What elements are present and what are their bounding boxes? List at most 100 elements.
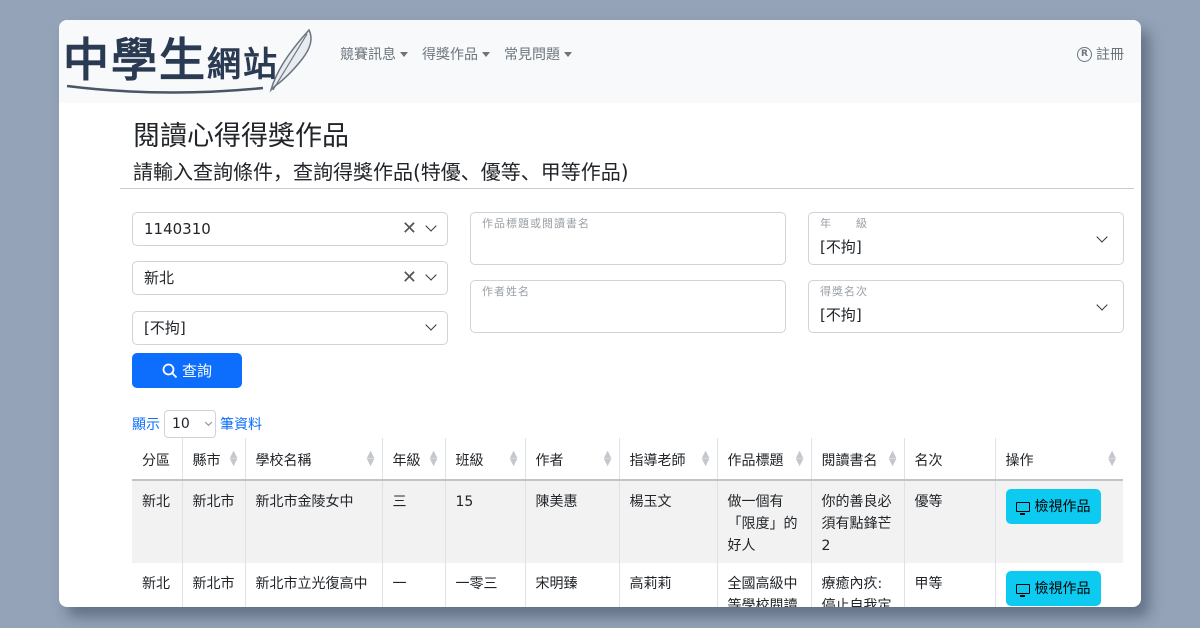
- results-table: 分區 縣市 ▲ ▼ 學校名稱 ▲ ▼ 年級 ▲ ▼ 班級 ▲ ▼ 作者 ▲ ▼ 指導老師 ▲ ▼ 作品標…: [132, 438, 1123, 607]
- site-logo[interactable]: 中學生網站: [63, 24, 317, 98]
- contest-select[interactable]: 1140310 ✕: [132, 212, 448, 246]
- view-work-button[interactable]: 檢視作品: [1005, 489, 1101, 524]
- th-book[interactable]: 閱讀書名 ▲ ▼: [810, 438, 904, 481]
- author-input[interactable]: 作者姓名: [470, 280, 786, 333]
- query-button[interactable]: 查詢: [132, 353, 242, 388]
- sort-icon: ▲ ▼: [366, 449, 375, 468]
- cell-grade: 一: [381, 563, 445, 607]
- feather-quill-icon: [66, 28, 312, 94]
- th-teacher[interactable]: 指導老師 ▲ ▼: [618, 438, 717, 481]
- divider: [120, 188, 1134, 189]
- th-action[interactable]: 操作 ▲ ▼: [994, 438, 1123, 481]
- grade-select-value: [不拘]: [820, 238, 862, 256]
- rank-select-value: [不拘]: [820, 306, 862, 324]
- rank-select-label: 得獎名次: [820, 285, 868, 298]
- grade-select[interactable]: 年 級 [不拘]: [808, 212, 1124, 265]
- th-rank[interactable]: 名次: [903, 438, 995, 481]
- th-class[interactable]: 班級 ▲ ▼: [444, 438, 525, 481]
- nav-winning-works[interactable]: 得獎作品: [422, 44, 490, 64]
- chevron-down-icon: [425, 269, 437, 281]
- grade-select-label: 年 級: [820, 217, 868, 230]
- school-select[interactable]: [不拘]: [132, 311, 448, 345]
- th-author-label: 作者: [535, 453, 564, 469]
- th-class-label: 班級: [455, 453, 484, 469]
- caret-down-icon: [400, 51, 408, 57]
- city-value: 新北: [144, 269, 175, 287]
- sort-icon: ▲ ▼: [509, 449, 518, 468]
- cell-teacher: 高莉莉: [618, 563, 717, 607]
- title-input-label: 作品標題或閱讀書名: [482, 217, 590, 230]
- th-teacher-label: 指導老師: [629, 453, 686, 469]
- caret-down-icon: [564, 51, 572, 57]
- cell-county: 新北市: [181, 480, 245, 563]
- th-grade[interactable]: 年級 ▲ ▼: [381, 438, 445, 481]
- th-author[interactable]: 作者 ▲ ▼: [524, 438, 619, 481]
- cell-grade: 三: [381, 480, 445, 563]
- view-work-label: 檢視作品: [1034, 498, 1091, 515]
- nav-contest-info[interactable]: 競賽訊息: [340, 44, 408, 64]
- cell-class: 一零三: [444, 563, 525, 607]
- table-header-row: 分區 縣市 ▲ ▼ 學校名稱 ▲ ▼ 年級 ▲ ▼ 班級 ▲ ▼ 作者 ▲ ▼ 指導老師 ▲ ▼ 作品標…: [132, 438, 1123, 481]
- chevron-down-icon: [425, 319, 437, 331]
- th-school[interactable]: 學校名稱 ▲ ▼: [244, 438, 382, 481]
- table-row: 新北 新北市 新北市金陵女中 三 15 陳美惠 楊玉文 做一個有「限度」的好人 …: [132, 480, 1123, 563]
- cell-work-title: 全國高級中等學校閱讀: [716, 563, 811, 607]
- sort-icon: ▲ ▼: [795, 449, 804, 468]
- th-county[interactable]: 縣市 ▲ ▼: [181, 438, 245, 481]
- view-work-label: 檢視作品: [1034, 580, 1091, 597]
- caret-down-icon: [482, 51, 490, 57]
- cell-author: 宋明臻: [524, 563, 619, 607]
- navbar: 中學生網站 競賽訊息 得獎作品 常見問題 R 註冊: [59, 20, 1141, 103]
- chevron-down-icon: [1096, 231, 1108, 243]
- nav-faq-label: 常見問題: [504, 47, 560, 63]
- page-subtitle: 請輸入查詢條件，查詢得獎作品(特優、優等、甲等作品): [133, 160, 629, 184]
- page-title: 閱讀心得得獎作品: [133, 121, 349, 152]
- cell-area: 新北: [132, 480, 182, 563]
- clear-icon[interactable]: ✕: [402, 213, 417, 245]
- monitor-icon: [1015, 501, 1030, 515]
- cell-author: 陳美惠: [524, 480, 619, 563]
- chevron-down-icon: [1096, 299, 1108, 311]
- th-work-title-label: 作品標題: [727, 453, 784, 469]
- nav-faq[interactable]: 常見問題: [504, 44, 572, 64]
- register-label: 註冊: [1096, 47, 1124, 63]
- th-book-label: 閱讀書名: [821, 453, 878, 469]
- cell-rank: 優等: [903, 480, 995, 563]
- rank-select[interactable]: 得獎名次 [不拘]: [808, 280, 1124, 333]
- th-grade-label: 年級: [392, 453, 421, 469]
- length-prefix: 顯示: [132, 417, 160, 433]
- browser-window: 中學生網站 競賽訊息 得獎作品 常見問題 R 註冊 閱讀心得得獎作品 請輸入查詢…: [59, 20, 1141, 607]
- th-area-label: 分區: [142, 453, 170, 469]
- cell-school: 新北市金陵女中: [244, 480, 382, 563]
- cell-area: 新北: [132, 563, 182, 607]
- page-length-value: 10: [172, 416, 190, 432]
- view-work-button[interactable]: 檢視作品: [1005, 571, 1101, 606]
- register-link[interactable]: R 註冊: [1077, 44, 1124, 64]
- cell-work-title: 做一個有「限度」的好人: [716, 480, 811, 563]
- cell-book: 你的善良必須有點鋒芒2: [810, 480, 904, 563]
- sort-icon: ▲ ▼: [429, 449, 438, 468]
- th-work-title[interactable]: 作品標題 ▲ ▼: [716, 438, 811, 481]
- nav-winning-works-label: 得獎作品: [422, 47, 478, 63]
- page-length-select[interactable]: 10: [164, 410, 216, 438]
- main-nav: 競賽訊息 得獎作品 常見問題: [340, 44, 572, 64]
- title-input[interactable]: 作品標題或閱讀書名: [470, 212, 786, 265]
- cell-county: 新北市: [181, 563, 245, 607]
- school-value: [不拘]: [144, 319, 186, 337]
- chevron-down-icon: [204, 418, 213, 427]
- length-suffix: 筆資料: [220, 417, 262, 433]
- th-area[interactable]: 分區: [132, 438, 182, 481]
- cell-book: 療癒內疚:停止自我定: [810, 563, 904, 607]
- query-button-label: 查詢: [181, 362, 212, 380]
- author-input-label: 作者姓名: [482, 285, 530, 298]
- th-action-label: 操作: [1005, 453, 1034, 469]
- sort-icon: ▲ ▼: [229, 449, 238, 468]
- registered-icon: R: [1077, 46, 1092, 62]
- th-rank-label: 名次: [914, 453, 943, 469]
- nav-contest-info-label: 競賽訊息: [340, 47, 396, 63]
- sort-icon: ▲ ▼: [603, 449, 612, 468]
- clear-icon[interactable]: ✕: [402, 262, 417, 294]
- city-select[interactable]: 新北 ✕: [132, 261, 448, 295]
- cell-school: 新北市立光復高中: [244, 563, 382, 607]
- monitor-icon: [1015, 583, 1030, 597]
